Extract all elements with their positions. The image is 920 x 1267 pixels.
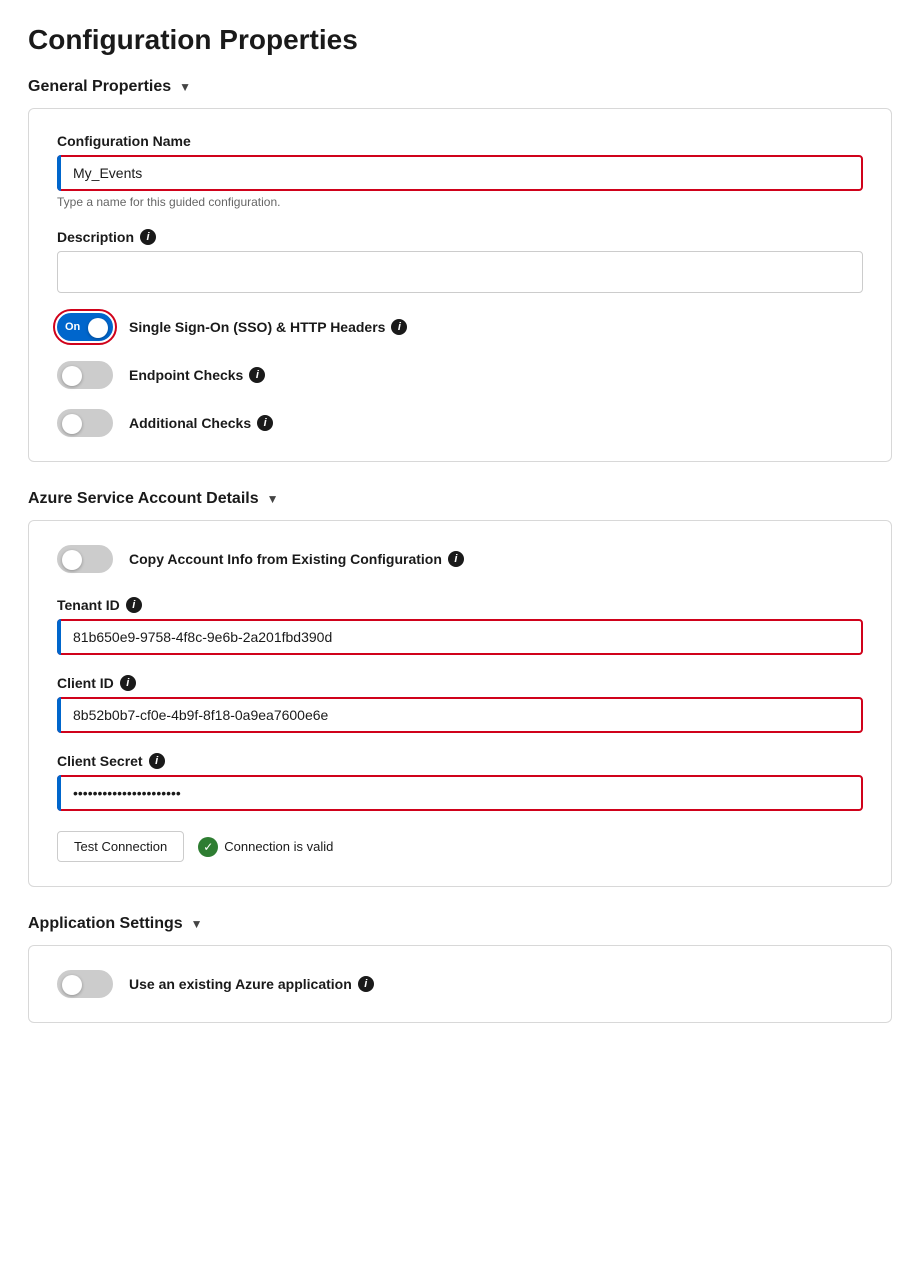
use-existing-toggle-thumb bbox=[62, 975, 82, 995]
copy-account-toggle[interactable] bbox=[57, 545, 113, 573]
additional-checks-toggle-row: Additional Checks i bbox=[57, 409, 863, 437]
test-connection-row: Test Connection ✓ Connection is valid bbox=[57, 831, 863, 862]
tenant-id-input[interactable] bbox=[57, 619, 863, 655]
general-properties-label: General Properties bbox=[28, 78, 171, 96]
general-properties-header[interactable]: General Properties ▼ bbox=[28, 78, 892, 96]
azure-service-label: Azure Service Account Details bbox=[28, 490, 259, 508]
general-properties-chevron: ▼ bbox=[179, 80, 191, 94]
client-secret-group: Client Secret i bbox=[57, 753, 863, 811]
use-existing-toggle-track bbox=[57, 970, 113, 998]
valid-icon: ✓ bbox=[198, 837, 218, 857]
endpoint-checks-toggle-row: Endpoint Checks i bbox=[57, 361, 863, 389]
application-settings-header[interactable]: Application Settings ▼ bbox=[28, 915, 892, 933]
client-id-info-icon[interactable]: i bbox=[120, 675, 136, 691]
client-id-input[interactable] bbox=[57, 697, 863, 733]
endpoint-checks-info-icon[interactable]: i bbox=[249, 367, 265, 383]
description-label: Description i bbox=[57, 229, 863, 245]
endpoint-checks-toggle-track bbox=[57, 361, 113, 389]
connection-valid-text: Connection is valid bbox=[224, 839, 333, 854]
client-id-group: Client ID i bbox=[57, 675, 863, 733]
client-id-label: Client ID i bbox=[57, 675, 863, 691]
general-properties-card: Configuration Name Type a name for this … bbox=[28, 108, 892, 462]
copy-account-toggle-track bbox=[57, 545, 113, 573]
sso-toggle-row: On Single Sign-On (SSO) & HTTP Headers i bbox=[57, 313, 863, 341]
additional-checks-toggle-track bbox=[57, 409, 113, 437]
use-existing-info-icon[interactable]: i bbox=[358, 976, 374, 992]
sso-info-icon[interactable]: i bbox=[391, 319, 407, 335]
description-info-icon[interactable]: i bbox=[140, 229, 156, 245]
config-name-hint: Type a name for this guided configuratio… bbox=[57, 195, 863, 209]
sso-toggle-track: On bbox=[57, 313, 113, 341]
description-group: Description i bbox=[57, 229, 863, 293]
copy-account-description: Copy Account Info from Existing Configur… bbox=[129, 551, 464, 567]
client-secret-info-icon[interactable]: i bbox=[149, 753, 165, 769]
config-name-input[interactable] bbox=[57, 155, 863, 191]
tenant-id-info-icon[interactable]: i bbox=[126, 597, 142, 613]
endpoint-checks-toggle-thumb bbox=[62, 366, 82, 386]
application-settings-chevron: ▼ bbox=[191, 917, 203, 931]
config-name-input-wrapper bbox=[57, 155, 863, 191]
sso-toggle-description: Single Sign-On (SSO) & HTTP Headers i bbox=[129, 319, 407, 335]
sso-toggle-thumb bbox=[88, 318, 108, 338]
description-input[interactable] bbox=[57, 251, 863, 293]
tenant-id-input-wrapper bbox=[57, 619, 863, 655]
application-settings-label: Application Settings bbox=[28, 915, 183, 933]
copy-account-info-icon[interactable]: i bbox=[448, 551, 464, 567]
copy-account-toggle-thumb bbox=[62, 550, 82, 570]
azure-service-header[interactable]: Azure Service Account Details ▼ bbox=[28, 490, 892, 508]
additional-checks-toggle[interactable] bbox=[57, 409, 113, 437]
endpoint-checks-description: Endpoint Checks i bbox=[129, 367, 265, 383]
endpoint-checks-toggle[interactable] bbox=[57, 361, 113, 389]
azure-service-chevron: ▼ bbox=[267, 492, 279, 506]
test-connection-button[interactable]: Test Connection bbox=[57, 831, 184, 862]
additional-checks-toggle-thumb bbox=[62, 414, 82, 434]
client-secret-label: Client Secret i bbox=[57, 753, 863, 769]
sso-toggle[interactable]: On bbox=[57, 313, 113, 341]
additional-checks-info-icon[interactable]: i bbox=[257, 415, 273, 431]
tenant-id-group: Tenant ID i bbox=[57, 597, 863, 655]
use-existing-toggle[interactable] bbox=[57, 970, 113, 998]
sso-toggle-on-text: On bbox=[65, 321, 80, 333]
config-name-label: Configuration Name bbox=[57, 133, 863, 149]
additional-checks-description: Additional Checks i bbox=[129, 415, 273, 431]
azure-service-card: Copy Account Info from Existing Configur… bbox=[28, 520, 892, 887]
use-existing-description: Use an existing Azure application i bbox=[129, 976, 374, 992]
client-secret-input-wrapper bbox=[57, 775, 863, 811]
page-title: Configuration Properties bbox=[28, 24, 892, 56]
config-name-group: Configuration Name Type a name for this … bbox=[57, 133, 863, 209]
application-settings-card: Use an existing Azure application i bbox=[28, 945, 892, 1023]
connection-valid-indicator: ✓ Connection is valid bbox=[198, 837, 333, 857]
copy-account-toggle-row: Copy Account Info from Existing Configur… bbox=[57, 545, 863, 573]
client-id-input-wrapper bbox=[57, 697, 863, 733]
use-existing-toggle-row: Use an existing Azure application i bbox=[57, 970, 863, 998]
tenant-id-label: Tenant ID i bbox=[57, 597, 863, 613]
client-secret-input[interactable] bbox=[57, 775, 863, 811]
